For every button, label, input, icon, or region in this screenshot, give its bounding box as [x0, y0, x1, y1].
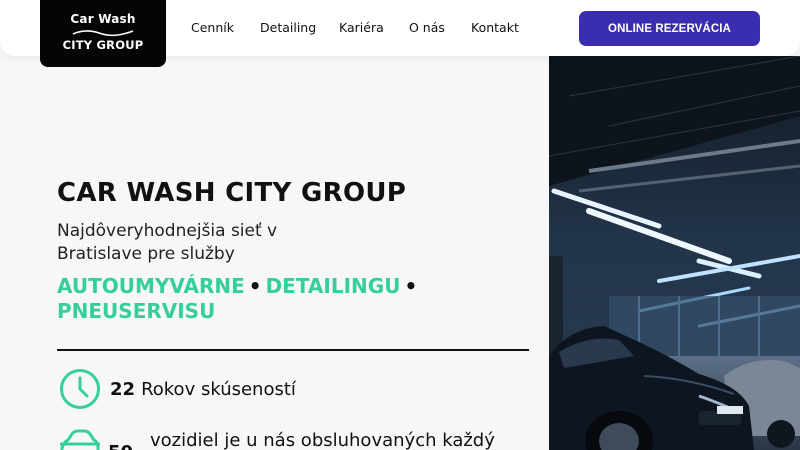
- services-list: AUTOUMYVÁRNE • DETAILINGU • PNEUSERVISU: [57, 274, 497, 324]
- logo-wave-icon: [72, 30, 134, 37]
- hero-title: CAR WASH CITY GROUP: [57, 178, 407, 208]
- stat-experience: 22 Rokov skúseností: [58, 367, 296, 411]
- car-icon: [60, 429, 100, 450]
- logo-text-line1: Car Wash: [70, 12, 136, 26]
- stat-experience-number: 22: [110, 378, 136, 400]
- nav-item-careers[interactable]: Kariéra: [339, 20, 384, 35]
- stat-experience-text: 22 Rokov skúseností: [110, 379, 296, 400]
- page: Car Wash CITY GROUP Cenník Detailing Kar…: [0, 0, 800, 450]
- service-separator: •: [404, 274, 418, 298]
- car-wash-interior-photo: [549, 56, 800, 450]
- stat-vehicles-label: vozidiel je u nás obsluhovaných každý: [150, 430, 495, 450]
- logo-text-line2: CITY GROUP: [62, 38, 144, 52]
- nav-item-contact[interactable]: Kontakt: [471, 20, 519, 35]
- brand-logo[interactable]: Car Wash CITY GROUP: [40, 0, 166, 67]
- hero-image: [549, 56, 800, 450]
- service-tire-service: PNEUSERVISU: [57, 299, 216, 323]
- service-detailing: DETAILINGU: [265, 274, 401, 298]
- clock-icon: [60, 369, 100, 409]
- service-separator: •: [248, 274, 262, 298]
- stat-vehicles-number: 50: [108, 442, 133, 450]
- service-car-wash: AUTOUMYVÁRNE: [57, 274, 245, 298]
- nav-item-detailing[interactable]: Detailing: [260, 20, 316, 35]
- nav-item-about[interactable]: O nás: [409, 20, 445, 35]
- hero-subtitle: Najdôveryhodnejšia sieť v Bratislave pre…: [57, 221, 278, 264]
- online-reservation-button[interactable]: ONLINE REZERVÁCIA: [579, 11, 760, 46]
- divider: [57, 349, 529, 351]
- nav-item-pricing[interactable]: Cenník: [191, 20, 234, 35]
- stat-experience-label: Rokov skúseností: [141, 378, 296, 400]
